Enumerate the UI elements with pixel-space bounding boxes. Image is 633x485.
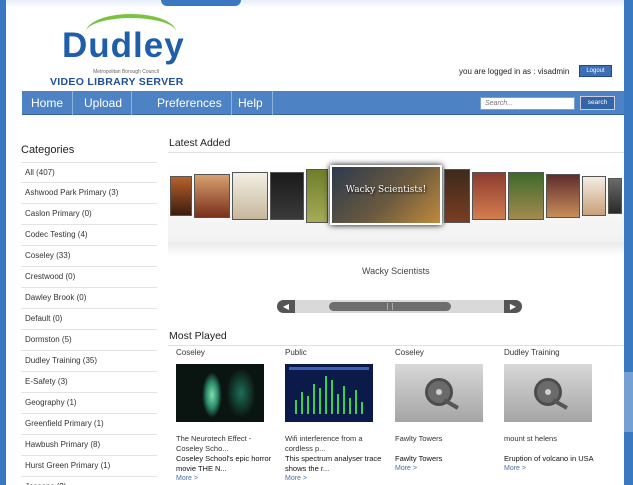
most-played-item[interactable]: Coseley Fawlty Towers Fawlty Towers More…: [395, 348, 495, 473]
more-link[interactable]: More >: [176, 474, 276, 483]
frame-decoration: [624, 372, 633, 432]
carousel-thumbnail[interactable]: [608, 178, 622, 214]
categories-title: Categories: [21, 144, 75, 156]
more-link[interactable]: More >: [504, 464, 604, 473]
category-item[interactable]: Ashwood Park Primary (3): [21, 183, 157, 204]
video-title[interactable]: Fawlty Towers: [395, 434, 495, 454]
video-thumbnail[interactable]: [504, 364, 592, 422]
carousel-thumbnail[interactable]: [194, 174, 230, 218]
video-description: This spectrum analyser trace shows the r…: [285, 454, 382, 473]
video-thumbnail[interactable]: [395, 364, 483, 422]
spectrum-line: [337, 394, 339, 414]
spectrum-line: [313, 384, 315, 414]
more-link[interactable]: More >: [285, 474, 385, 483]
nav-preferences[interactable]: Preferences: [148, 91, 232, 115]
carousel-thumbnail[interactable]: [306, 169, 328, 223]
nav-home[interactable]: Home: [22, 91, 74, 115]
carousel-thumbnail[interactable]: [232, 172, 268, 220]
carousel-thumbnail[interactable]: [582, 176, 606, 216]
category-item[interactable]: Jessons (2): [21, 477, 157, 485]
thumbnail-header: [289, 367, 369, 370]
spectrum-line: [307, 396, 309, 414]
most-played-item[interactable]: Public Wifi interference from a cordless…: [285, 348, 385, 483]
video-carousel[interactable]: Wacky Scientists!: [168, 162, 624, 242]
divider: [168, 345, 624, 346]
spectrum-line: [331, 380, 333, 414]
most-played-title: Most Played: [169, 330, 227, 342]
spectrum-line: [349, 398, 351, 414]
nav-help[interactable]: Help: [229, 91, 273, 115]
category-item[interactable]: Codec Testing (4): [21, 225, 157, 246]
category-item[interactable]: Hurst Green Primary (1): [21, 456, 157, 477]
latest-added-title: Latest Added: [169, 137, 231, 149]
featured-title: Wacky Scientists: [362, 266, 430, 276]
featured-video[interactable]: Wacky Scientists!: [330, 165, 442, 225]
most-played-item[interactable]: Coseley The Neurotech Effect - Coseley S…: [176, 348, 276, 483]
video-category[interactable]: Public: [285, 348, 385, 364]
most-played-item[interactable]: Dudley Training mount st helens Eruption…: [504, 348, 604, 473]
category-item[interactable]: Dormston (5): [21, 330, 157, 351]
scroll-left-icon[interactable]: ◀: [277, 300, 295, 313]
category-item[interactable]: Default (0): [21, 309, 157, 330]
spectrum-line: [361, 402, 363, 414]
logo-brand: VIDEO LIBRARY SERVER: [50, 76, 184, 88]
video-category[interactable]: Coseley: [395, 348, 495, 364]
spectrum-line: [295, 400, 297, 414]
video-title[interactable]: Wifi interference from a cordless p...: [285, 434, 385, 454]
carousel-thumbnail[interactable]: [472, 172, 506, 220]
category-item[interactable]: Crestwood (0): [21, 267, 157, 288]
top-strip: [6, 0, 624, 8]
category-item[interactable]: All (407): [21, 162, 157, 183]
spectrum-line: [343, 386, 345, 414]
scroll-right-icon[interactable]: ▶: [504, 300, 522, 313]
video-description: Fawlty Towers: [395, 454, 443, 463]
page: Dudley Metropolitan Borough Council VIDE…: [6, 0, 624, 485]
video-category[interactable]: Dudley Training: [504, 348, 604, 364]
spectrum-line: [325, 376, 327, 414]
carousel-thumbnail[interactable]: [508, 172, 544, 220]
carousel-thumbnail[interactable]: [170, 176, 192, 216]
search-input[interactable]: Search...: [480, 97, 575, 110]
category-list: All (407) Ashwood Park Primary (3) Caslo…: [21, 162, 157, 485]
divider: [168, 152, 624, 153]
scroll-thumb[interactable]: [329, 302, 451, 311]
featured-caption: Wacky Scientists!: [345, 185, 427, 195]
carousel-thumbnail[interactable]: [270, 172, 304, 220]
carousel-thumbnail[interactable]: [546, 174, 580, 218]
spectrum-line: [301, 392, 303, 414]
logged-in-text: you are logged in as : visadmin: [459, 67, 570, 76]
top-notch: [161, 0, 241, 6]
logo-sub: Metropolitan Borough Council: [93, 69, 159, 75]
category-item[interactable]: Coseley (33): [21, 246, 157, 267]
video-thumbnail[interactable]: [285, 364, 373, 422]
video-title[interactable]: mount st helens: [504, 434, 604, 454]
grip-icon: [387, 303, 393, 310]
thumbnail-figure: [202, 372, 222, 418]
carousel-thumbnail[interactable]: [444, 169, 470, 223]
nav-upload[interactable]: Upload: [75, 91, 133, 115]
logout-button[interactable]: Logout: [579, 65, 612, 77]
search-button[interactable]: search: [580, 96, 615, 110]
category-item[interactable]: Greenfield Primary (1): [21, 414, 157, 435]
video-thumbnail[interactable]: [176, 364, 264, 422]
video-description: Coseley School's epic horror movie THE N…: [176, 454, 272, 473]
category-item[interactable]: Caslon Primary (0): [21, 204, 157, 225]
video-title[interactable]: The Neurotech Effect - Coseley Scho...: [176, 434, 276, 454]
more-link[interactable]: More >: [395, 464, 495, 473]
carousel-scrollbar[interactable]: ◀ ▶: [277, 300, 522, 313]
category-item[interactable]: Dawley Brook (0): [21, 288, 157, 309]
logo-word: Dudley: [62, 26, 185, 65]
spectrum-line: [319, 388, 321, 414]
dudley-logo[interactable]: Dudley Metropolitan Borough Council VIDE…: [48, 14, 184, 88]
category-item[interactable]: Hawbush Primary (8): [21, 435, 157, 456]
video-category[interactable]: Coseley: [176, 348, 276, 364]
thumbnail-figure: [226, 368, 256, 418]
category-item[interactable]: Geography (1): [21, 393, 157, 414]
category-item[interactable]: E-Safety (3): [21, 372, 157, 393]
video-description: Eruption of volcano in USA: [504, 454, 594, 463]
category-item[interactable]: Dudley Training (35): [21, 351, 157, 372]
carousel-reflection: [168, 242, 624, 256]
spectrum-line: [355, 390, 357, 414]
